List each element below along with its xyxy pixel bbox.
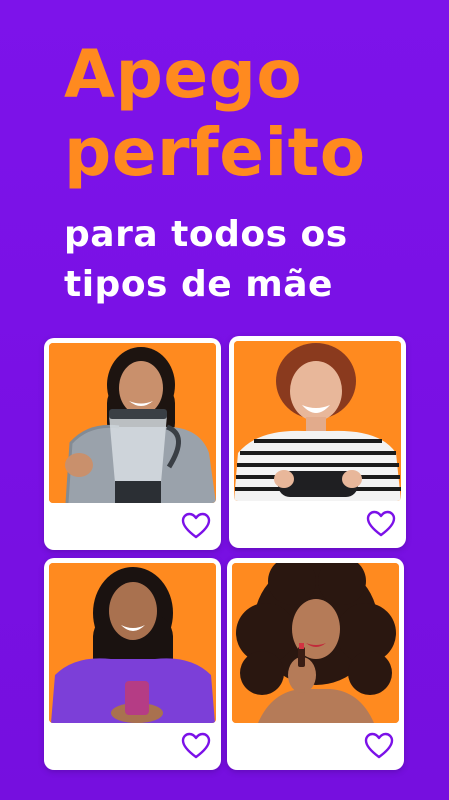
- headline-line-1: Apego: [64, 36, 303, 113]
- subheadline: para todos os tipos de mãe: [64, 210, 348, 310]
- woman-with-blender-photo: [49, 343, 216, 503]
- heart-icon[interactable]: [364, 732, 394, 760]
- profile-card-1[interactable]: [44, 338, 221, 550]
- headline: Apego perfeito: [64, 36, 366, 192]
- promo-screen: Apego perfeito para todos os tipos de mã…: [0, 0, 449, 800]
- subheadline-line-1: para todos os: [64, 214, 348, 255]
- woman-with-phone-illustration: [49, 563, 216, 723]
- woman-with-game-controller-photo: [234, 341, 401, 501]
- heart-icon[interactable]: [181, 512, 211, 540]
- woman-with-lipstick-illustration: [232, 563, 399, 723]
- woman-with-controller-illustration: [234, 341, 401, 501]
- profile-card-2[interactable]: [229, 336, 406, 548]
- woman-with-blender-illustration: [49, 343, 216, 503]
- headline-line-2: perfeito: [64, 114, 366, 191]
- subheadline-line-2: tipos de mãe: [64, 264, 333, 305]
- woman-with-phone-photo: [49, 563, 216, 723]
- profile-card-3[interactable]: [44, 558, 221, 770]
- heart-icon[interactable]: [181, 732, 211, 760]
- woman-with-lipstick-photo: [232, 563, 399, 723]
- profile-card-4[interactable]: [227, 558, 404, 770]
- heart-icon[interactable]: [366, 510, 396, 538]
